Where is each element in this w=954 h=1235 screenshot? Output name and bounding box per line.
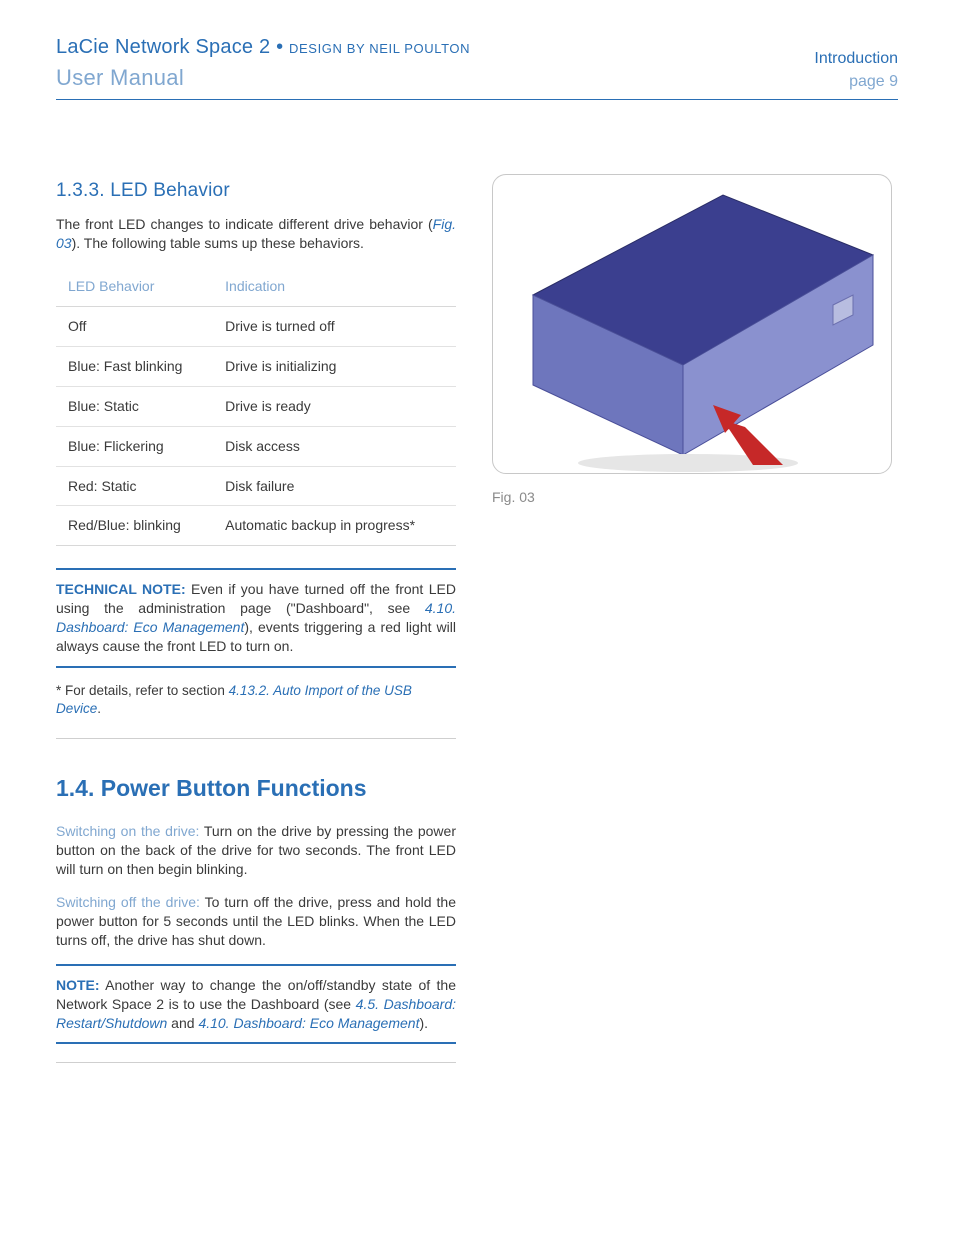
doc-subtitle: User Manual: [56, 63, 470, 93]
figure-03: [492, 174, 892, 474]
section-name: Introduction: [814, 48, 898, 70]
section-divider: [56, 738, 456, 739]
left-column: 1.3.3. LED Behavior The front LED change…: [56, 178, 456, 1098]
technical-note: TECHNICAL NOTE: Even if you have turned …: [56, 568, 456, 668]
heading-1-3-3: 1.3.3. LED Behavior: [56, 178, 456, 204]
table-row: Blue: Fast blinkingDrive is initializing: [56, 346, 456, 386]
page-number: page 9: [814, 71, 898, 93]
device-illustration-icon: [493, 175, 892, 474]
header-right: Introduction page 9: [814, 48, 898, 93]
led-behavior-table: LED Behavior Indication OffDrive is turn…: [56, 267, 456, 546]
table-row: Blue: FlickeringDisk access: [56, 426, 456, 466]
section-divider: [56, 1062, 456, 1063]
note: NOTE: Another way to change the on/off/s…: [56, 964, 456, 1045]
footnote: * For details, refer to section 4.13.2. …: [56, 682, 456, 718]
table-row: Red/Blue: blinkingAutomatic backup in pr…: [56, 506, 456, 546]
heading-1-4: 1.4. Power Button Functions: [56, 773, 456, 804]
doc-title: LaCie Network Space 2: [56, 36, 270, 58]
note-label: NOTE:: [56, 977, 100, 993]
th-indication: Indication: [213, 267, 456, 306]
right-column: Fig. 03: [492, 178, 898, 1098]
table-row: OffDrive is turned off: [56, 307, 456, 347]
switch-on-paragraph: Switching on the drive: Turn on the driv…: [56, 822, 456, 879]
switch-off-label: Switching off the drive:: [56, 894, 205, 910]
doc-designer: DESIGN BY NEIL POULTON: [289, 41, 470, 56]
page-header: LaCie Network Space 2 • DESIGN BY NEIL P…: [56, 34, 898, 100]
th-led-behavior: LED Behavior: [56, 267, 213, 306]
link-eco-management-2[interactable]: 4.10. Dashboard: Eco Management: [198, 1015, 419, 1031]
technical-note-label: TECHNICAL NOTE:: [56, 581, 186, 597]
header-left: LaCie Network Space 2 • DESIGN BY NEIL P…: [56, 34, 470, 93]
table-row: Blue: StaticDrive is ready: [56, 386, 456, 426]
switch-off-paragraph: Switching off the drive: To turn off the…: [56, 893, 456, 950]
table-row: Red: StaticDisk failure: [56, 466, 456, 506]
switch-on-label: Switching on the drive:: [56, 823, 204, 839]
figure-caption: Fig. 03: [492, 488, 898, 507]
bullet: •: [276, 36, 283, 58]
intro-paragraph: The front LED changes to indicate differ…: [56, 215, 456, 253]
